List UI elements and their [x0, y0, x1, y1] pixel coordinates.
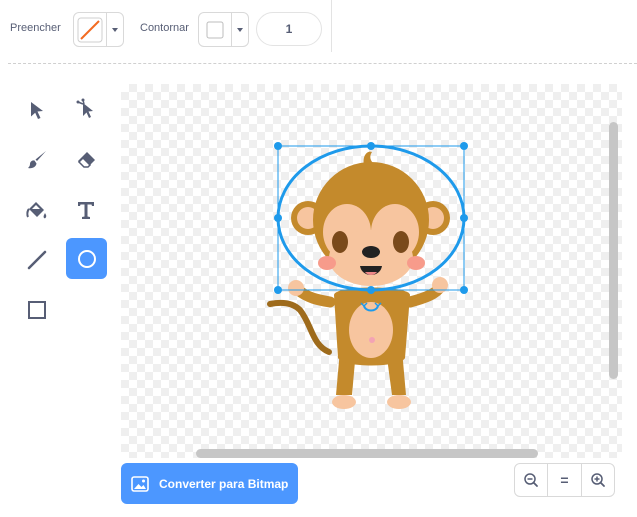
vertical-scrollbar[interactable]	[609, 122, 618, 379]
convert-button-label: Converter para Bitmap	[159, 476, 289, 491]
resize-handle[interactable]	[460, 286, 468, 294]
zoom-out-button[interactable]	[515, 464, 547, 496]
selection-overlay[interactable]	[0, 0, 637, 517]
convert-to-bitmap-button[interactable]: Converter para Bitmap	[121, 463, 298, 504]
resize-handle[interactable]	[460, 214, 468, 222]
zoom-out-icon	[524, 473, 539, 487]
drawn-ellipse[interactable]	[276, 144, 466, 292]
resize-handle[interactable]	[367, 142, 375, 150]
resize-handle[interactable]	[274, 286, 282, 294]
zoom-in-button[interactable]	[580, 464, 614, 496]
zoom-reset-icon: =	[560, 472, 569, 488]
zoom-controls: =	[514, 463, 615, 497]
zoom-reset-button[interactable]: =	[547, 464, 580, 496]
resize-handle[interactable]	[274, 214, 282, 222]
rotate-handle-icon[interactable]	[360, 302, 382, 312]
horizontal-scrollbar[interactable]	[196, 449, 538, 458]
image-icon	[131, 475, 149, 492]
zoom-in-icon	[591, 473, 605, 487]
resize-handle[interactable]	[367, 286, 375, 294]
resize-handle[interactable]	[274, 142, 282, 150]
resize-handle[interactable]	[460, 142, 468, 150]
